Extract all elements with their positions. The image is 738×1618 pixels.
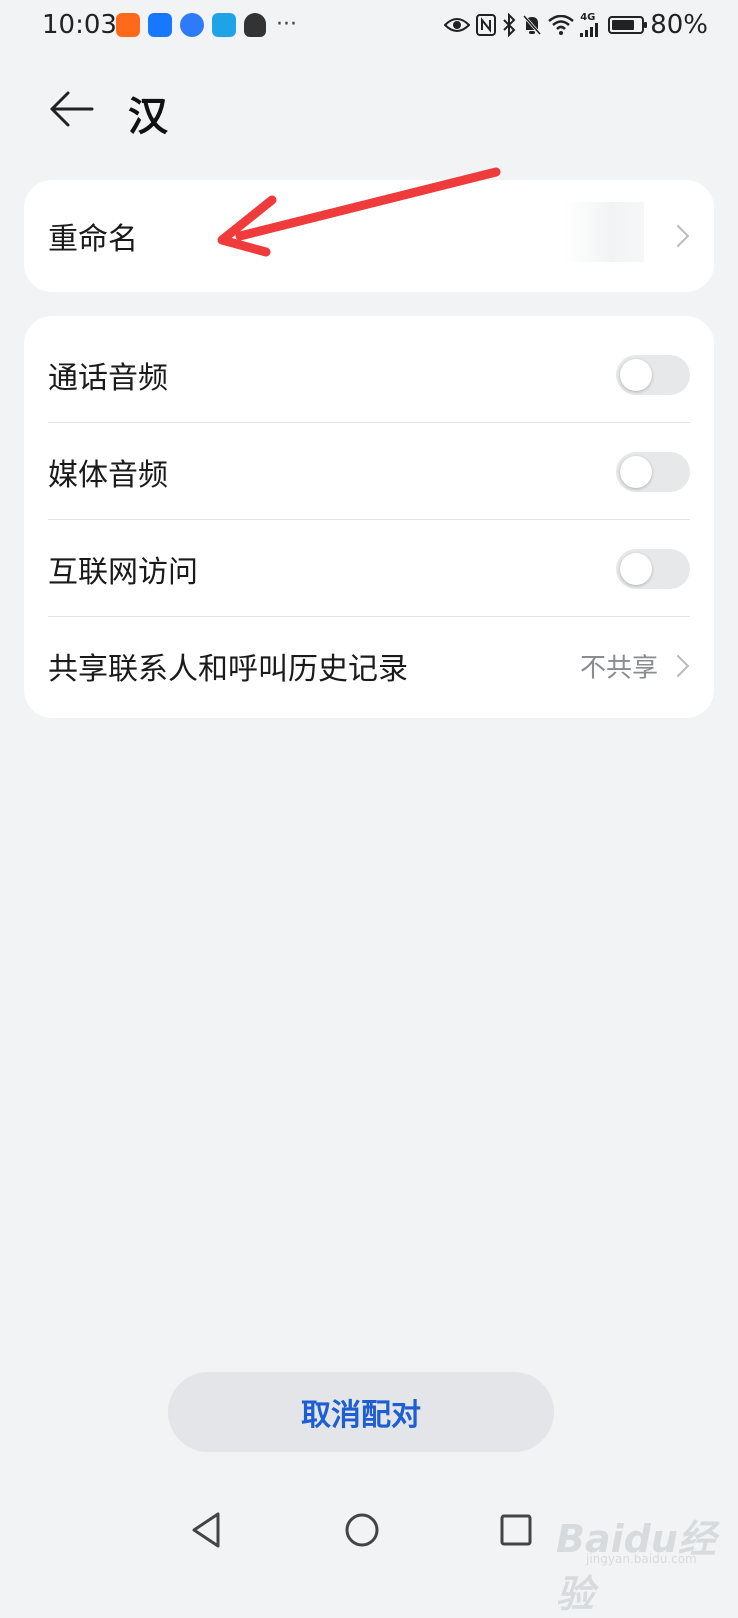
nav-recent-button[interactable] <box>494 1508 538 1552</box>
rename-label: 重命名 <box>48 222 138 257</box>
status-bar: 10:03 ··· 4G 80% <box>0 0 738 52</box>
annotation-arrow-icon <box>217 167 501 257</box>
nav-recent-icon <box>500 1514 532 1546</box>
battery-percent: 80% <box>650 10 708 40</box>
media-audio-label: 媒体音频 <box>48 457 168 493</box>
bird-app-icon <box>148 12 172 37</box>
page-title: 汉 <box>128 94 168 140</box>
notification-app-icons: ··· <box>116 12 297 37</box>
taobao-icon <box>116 12 140 37</box>
nav-back-button[interactable] <box>186 1508 230 1552</box>
profile-settings-card: 通话音频 媒体音频 互联网访问 共享联系人和呼叫历史记录 不共享 <box>24 316 714 718</box>
share-contacts-value: 不共享 <box>579 653 658 683</box>
watermark-subtext: jingyan.baidu.com <box>586 1552 697 1566</box>
toggle-knob <box>620 455 652 488</box>
baidu-watermark: Baidu经验 jingyan.baidu.com <box>556 1500 726 1616</box>
arrow-left-icon <box>50 91 94 127</box>
bluetooth-icon <box>502 12 516 38</box>
media-audio-row: 媒体音频 <box>24 423 714 520</box>
share-contacts-row[interactable]: 共享联系人和呼叫历史记录 不共享 <box>24 617 714 714</box>
battery-icon <box>608 12 648 38</box>
more-notifications-icon: ··· <box>276 12 297 37</box>
search-app-icon <box>212 12 236 37</box>
back-button[interactable] <box>46 84 96 134</box>
share-contacts-label: 共享联系人和呼叫历史记录 <box>48 651 408 687</box>
nav-home-button[interactable] <box>340 1508 384 1552</box>
call-audio-label: 通话音频 <box>48 360 168 396</box>
device-name-value-blurred <box>564 202 644 262</box>
chevron-right-icon <box>666 654 690 677</box>
chevron-right-icon <box>666 224 690 248</box>
wifi-icon <box>548 12 575 38</box>
battery-level <box>612 20 635 30</box>
unpair-button[interactable]: 取消配对 <box>168 1372 554 1452</box>
toggle-knob <box>620 358 652 391</box>
nav-home-icon <box>345 1513 379 1547</box>
network-type-label: 4G <box>580 12 596 23</box>
status-icons: 4G 80% <box>444 10 708 40</box>
mute-bell-icon <box>522 12 542 38</box>
toggle-knob <box>620 552 652 585</box>
circle-app-icon <box>180 12 204 37</box>
call-audio-row: 通话音频 <box>24 326 714 423</box>
nav-back-icon <box>192 1512 220 1548</box>
nfc-icon <box>476 12 497 38</box>
call-audio-toggle[interactable] <box>616 354 690 395</box>
status-time: 10:03 <box>42 10 117 40</box>
internet-access-label: 互联网访问 <box>48 554 198 590</box>
internet-access-row: 互联网访问 <box>24 520 714 617</box>
media-audio-toggle[interactable] <box>616 451 690 492</box>
qq-icon <box>244 12 266 37</box>
internet-access-toggle[interactable] <box>616 548 690 589</box>
signal-icon: 4G <box>580 12 602 38</box>
eye-icon <box>444 12 471 38</box>
